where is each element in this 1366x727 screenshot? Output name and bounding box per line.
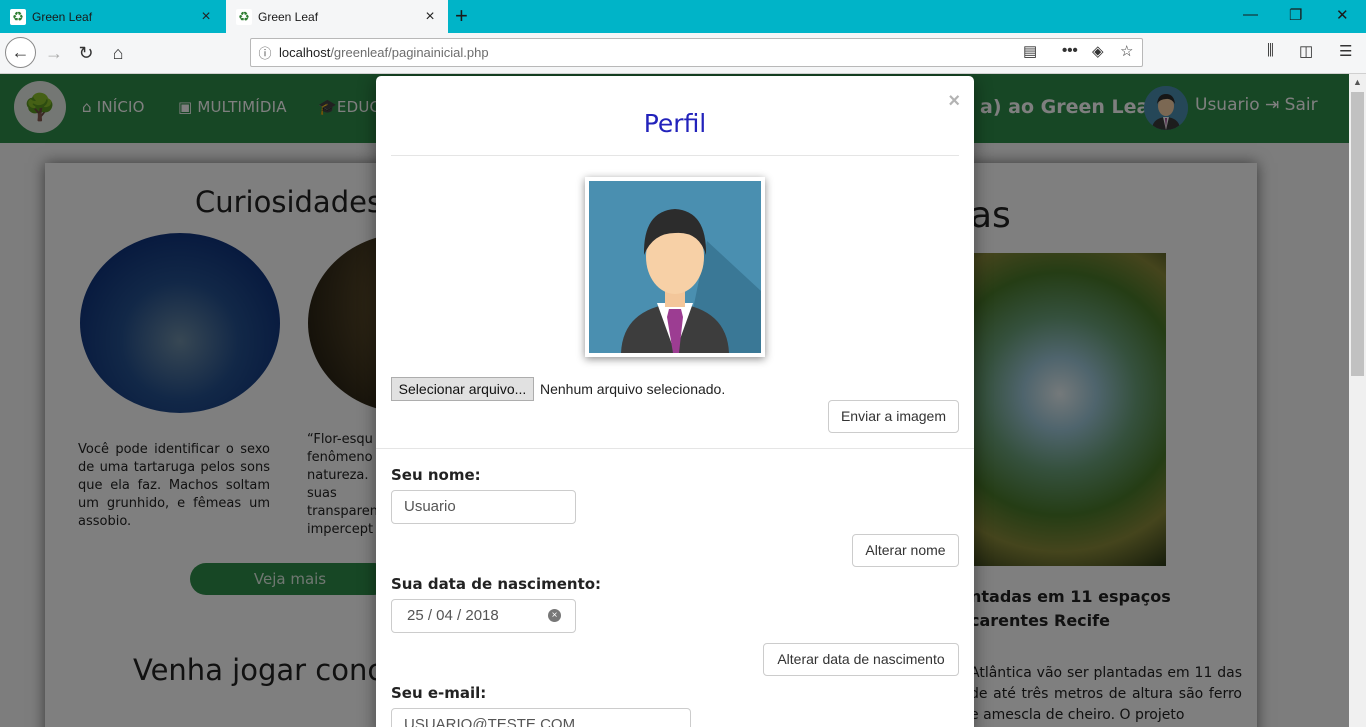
modal-title: Perfil	[643, 109, 707, 138]
browser-tab-active[interactable]: ♻ Green Leaf ×	[226, 0, 448, 34]
window-close-icon[interactable]: ✕	[1336, 6, 1349, 24]
profile-picture	[585, 177, 765, 357]
tab-title: Green Leaf	[32, 9, 93, 24]
page-actions-icon[interactable]: •••	[1062, 42, 1078, 59]
change-birthdate-button[interactable]: Alterar data de nascimento	[763, 643, 959, 676]
pocket-icon[interactable]: ◈	[1092, 42, 1104, 60]
birthdate-input[interactable]: 25 / 04 / 2018 ×	[391, 599, 576, 633]
forward-arrow-icon[interactable]: →	[40, 39, 68, 67]
browser-tab-inactive[interactable]: ♻ Green Leaf ×	[0, 0, 224, 33]
scroll-up-arrow-icon[interactable]: ▲	[1353, 77, 1362, 87]
reload-icon[interactable]: ↻	[72, 39, 100, 67]
browser-nav-bar: ← → ↻ ⌂ ⓘ localhost/greenleaf/paginainic…	[0, 33, 1366, 74]
tab-close-icon[interactable]: ×	[198, 8, 214, 26]
reader-view-icon[interactable]: ▤	[1023, 42, 1037, 60]
clear-date-icon[interactable]: ×	[548, 609, 561, 622]
home-icon[interactable]: ⌂	[104, 39, 132, 67]
recycle-favicon-icon: ♻	[10, 8, 26, 25]
name-input[interactable]: Usuario	[391, 490, 576, 524]
email-label: Seu e-mail:	[391, 684, 487, 702]
web-page: 🌳 ⌂ INÍCIO ▣ MULTIMÍDIA 🎓EDUC a) ao Gree…	[0, 74, 1349, 727]
email-input[interactable]: USUARIO@TESTE.COM	[391, 708, 691, 727]
page-scrollbar[interactable]: ▲	[1349, 74, 1366, 727]
choose-file-button[interactable]: Selecionar arquivo...	[391, 377, 534, 401]
hamburger-menu-icon[interactable]: ☰	[1339, 42, 1352, 60]
tab-title: Green Leaf	[258, 10, 319, 24]
url-text: localhost/greenleaf/paginainicial.php	[279, 45, 489, 60]
divider	[376, 448, 974, 449]
scrollbar-thumb[interactable]	[1351, 92, 1364, 376]
new-tab-button[interactable]: +	[455, 4, 468, 28]
name-label: Seu nome:	[391, 466, 481, 484]
site-info-icon[interactable]: ⓘ	[251, 43, 279, 62]
address-bar[interactable]: ⓘ localhost/greenleaf/paginainicial.php	[250, 38, 1143, 67]
upload-image-button[interactable]: Enviar a imagem	[828, 400, 959, 433]
birthdate-label: Sua data de nascimento:	[391, 575, 602, 593]
file-status: Nenhum arquivo selecionado.	[540, 381, 726, 397]
recycle-favicon-icon: ♻	[236, 9, 252, 25]
tab-close-icon[interactable]: ×	[422, 8, 438, 26]
profile-modal: × Perfil Selecionar arquivo... Nenhum ar…	[376, 76, 974, 727]
minimize-icon[interactable]: —	[1243, 6, 1258, 23]
bookmark-star-icon[interactable]: ☆	[1120, 42, 1133, 60]
library-icon[interactable]: ⫼	[1267, 42, 1274, 59]
divider	[391, 155, 959, 156]
sidebar-icon[interactable]: ◫	[1299, 42, 1313, 60]
browser-tab-bar: ♻ Green Leaf × ♻ Green Leaf × + — ❐ ✕	[0, 0, 1366, 34]
change-name-button[interactable]: Alterar nome	[852, 534, 959, 567]
back-arrow-icon[interactable]: ←	[5, 37, 36, 68]
restore-icon[interactable]: ❐	[1289, 6, 1302, 24]
